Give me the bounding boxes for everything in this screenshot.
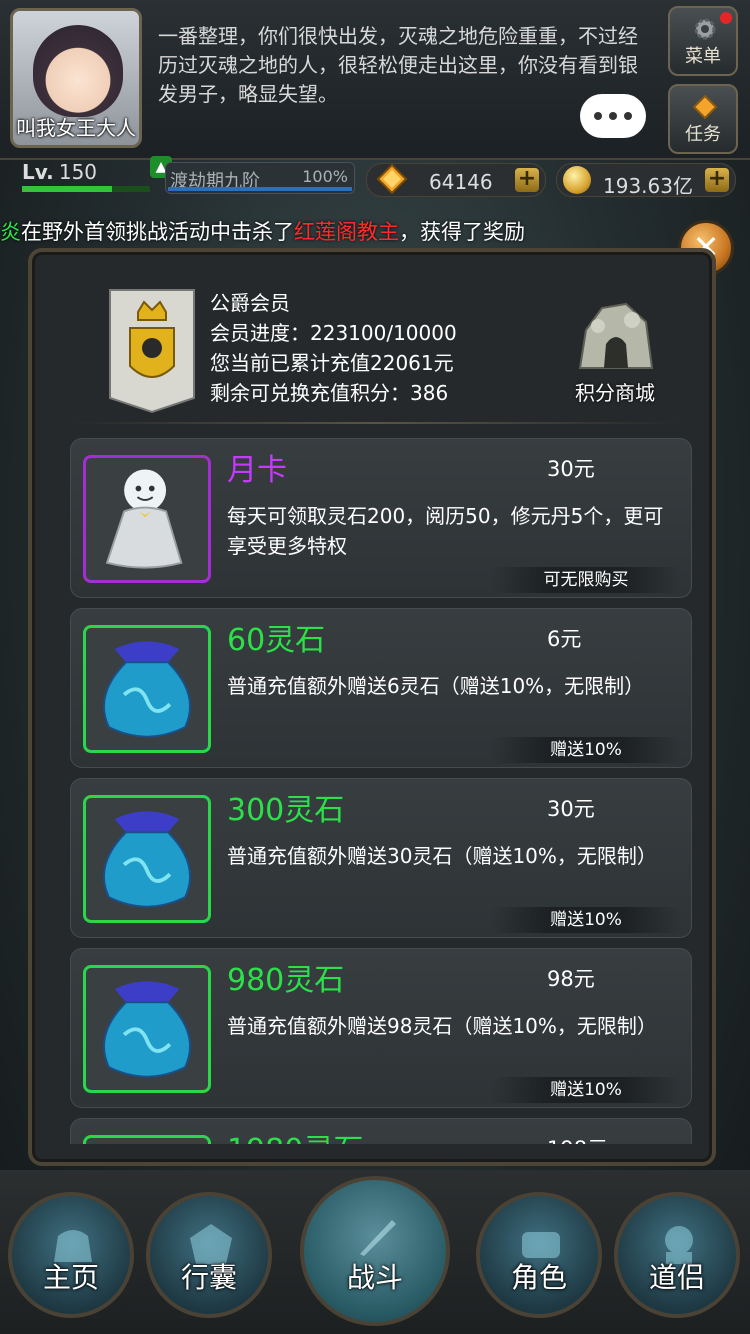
recharge-list: 月卡 30元 每天可领取灵石200，阅历50，修元丹5个，更可享受更多特权 可无… [70, 438, 694, 1144]
item-icon-frame [83, 455, 211, 583]
cultivation-stage: 渡劫期九阶 100% [165, 162, 355, 194]
item-icon-frame [83, 795, 211, 923]
stage-progress: 100% [302, 167, 348, 186]
gem-icon [376, 163, 408, 195]
recharge-item-monthly-card[interactable]: 月卡 30元 每天可领取灵石200，阅历50，修元丹5个，更可享受更多特权 可无… [70, 438, 692, 598]
nav-home-label: 主页 [42, 1261, 99, 1294]
menu-button[interactable]: 菜单 [668, 6, 738, 76]
chat-bubble-icon[interactable] [580, 94, 646, 138]
stone-bag-icon [103, 981, 191, 1078]
notification-dot [720, 12, 732, 24]
stone-bag-icon [103, 641, 191, 738]
gem-count: 64146 [429, 170, 493, 194]
gold-count: 193.63亿 [603, 174, 693, 198]
menu-label: 菜单 [685, 46, 721, 67]
item-price: 198元 [547, 1133, 608, 1144]
nav-bag-label: 行囊 [180, 1261, 237, 1294]
quest-gem-icon [692, 94, 718, 120]
ticker-player: 炎 [0, 220, 21, 244]
sword-icon [360, 1220, 396, 1256]
item-name: 980灵石 [227, 963, 345, 998]
bottom-nav: 主页 行囊 战斗 角色 道侣 [0, 1170, 750, 1334]
member-total-recharge: 您当前已累计充值22061元 [210, 351, 454, 375]
item-description: 普通充值额外赠送6灵石（赠送10%，无限制） [227, 674, 645, 698]
item-icon-frame [83, 625, 211, 753]
item-name: 月卡 [227, 453, 287, 488]
membership-info: 公爵会员 会员进度：223100/10000 您当前已累计充值22061元 剩余… [210, 288, 457, 408]
points-shop-button[interactable]: 积分商城 [560, 296, 670, 406]
item-description: 普通充值额外赠送30灵石（赠送10%，无限制） [227, 844, 657, 868]
avatar-portrait [33, 25, 123, 117]
level-exp-bar [22, 186, 150, 192]
item-price: 30元 [547, 457, 595, 481]
points-shop-label: 积分商城 [575, 381, 655, 405]
member-points: 剩余可兑换充值积分：386 [210, 381, 449, 405]
quest-button[interactable]: 任务 [668, 84, 738, 154]
player-name: 叫我女王大人 [16, 116, 136, 140]
item-name: 1980灵石 [227, 1125, 363, 1144]
nav-companion-label: 道侣 [648, 1261, 705, 1294]
stone-gate-icon [578, 302, 654, 369]
doll-icon [105, 469, 183, 569]
ticker-boss: 红莲阁教主 [294, 220, 399, 244]
gem-currency: 64146 + [366, 163, 546, 197]
duke-crest-icon [109, 289, 195, 414]
item-description: 普通充值额外赠送98灵石（赠送10%，无限制） [227, 1014, 657, 1038]
nav-battle-button[interactable]: 战斗 [300, 1176, 450, 1326]
recharge-item-300-stones[interactable]: 300灵石 30元 普通充值额外赠送30灵石（赠送10%，无限制） 赠送10% [70, 778, 692, 938]
ticker-text: 在野外首领挑战活动中击杀了 [21, 220, 294, 244]
gold-coin-icon [563, 166, 591, 194]
top-header: 叫我女王大人 一番整理，你们很快出发，灭魂之地危险重重，不过经历过灭魂之地的人，… [0, 0, 750, 160]
item-price: 30元 [547, 797, 595, 821]
nav-companion-button[interactable]: 道侣 [614, 1192, 740, 1318]
stage-progress-bar [168, 187, 352, 191]
player-avatar[interactable]: 叫我女王大人 [10, 8, 142, 148]
item-description: 每天可领取灵石200，阅历50，修元丹5个，更可享受更多特权 [227, 504, 664, 558]
item-tag: 赠送10% [491, 907, 681, 933]
item-tag: 赠送10% [491, 1077, 681, 1103]
recharge-modal: 公爵会员 会员进度：223100/10000 您当前已累计充值22061元 剩余… [28, 248, 716, 1166]
stone-bag-icon [103, 811, 191, 908]
gold-currency: 193.63亿 + [556, 163, 736, 198]
level-prefix: Lv. [22, 160, 54, 184]
recharge-item-60-stones[interactable]: 60灵石 6元 普通充值额外赠送6灵石（赠送10%，无限制） 赠送10% [70, 608, 692, 768]
quest-label: 任务 [685, 124, 721, 145]
add-gems-button[interactable]: + [515, 168, 539, 192]
nav-bag-button[interactable]: 行囊 [146, 1192, 272, 1318]
item-tag: 赠送10% [491, 737, 681, 763]
divider [72, 422, 680, 424]
level-display: Lv. 150 ▲ [22, 156, 172, 194]
item-icon-frame [83, 1135, 211, 1144]
item-icon-frame [83, 965, 211, 1093]
broadcast-ticker: 炎在野外首领挑战活动中击杀了红莲阁教主，获得了奖励 [0, 216, 750, 252]
recharge-item-1980-stones[interactable]: 1980灵石 198元 [70, 1118, 692, 1144]
stats-bar: Lv. 150 ▲ 渡劫期九阶 100% 64146 + 193.63亿 + [0, 156, 750, 200]
level-value: 150 [58, 160, 98, 184]
membership-panel: 公爵会员 会员进度：223100/10000 您当前已累计充值22061元 剩余… [72, 280, 692, 414]
nav-role-button[interactable]: 角色 [476, 1192, 602, 1318]
item-name: 300灵石 [227, 793, 345, 828]
item-name: 60灵石 [227, 623, 326, 658]
story-text: 一番整理，你们很快出发，灭魂之地危险重重，不过经历过灭魂之地的人，很轻松便走出这… [158, 24, 638, 106]
member-progress: 会员进度：223100/10000 [210, 321, 457, 345]
add-gold-button[interactable]: + [705, 168, 729, 192]
item-price: 98元 [547, 967, 595, 991]
nav-battle-label: 战斗 [346, 1261, 403, 1294]
recharge-item-980-stones[interactable]: 980灵石 98元 普通充值额外赠送98灵石（赠送10%，无限制） 赠送10% [70, 948, 692, 1108]
item-tag: 可无限购买 [491, 567, 681, 593]
nav-role-label: 角色 [510, 1261, 567, 1294]
ticker-suffix: ，获得了奖励 [399, 220, 525, 244]
item-price: 6元 [547, 627, 582, 651]
nav-home-button[interactable]: 主页 [8, 1192, 134, 1318]
gear-icon [694, 18, 716, 40]
member-title: 公爵会员 [210, 291, 290, 315]
